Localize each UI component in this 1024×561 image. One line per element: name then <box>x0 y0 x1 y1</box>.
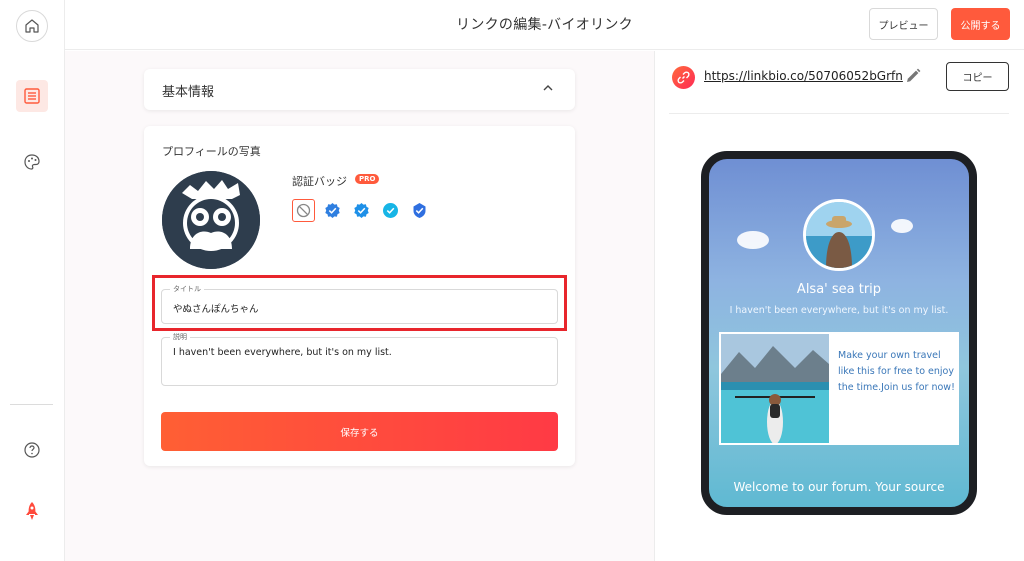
description-input[interactable]: I haven't been everywhere, but it's on m… <box>173 347 392 358</box>
link-icon <box>672 66 695 89</box>
help-icon <box>24 442 40 458</box>
preview-avatar-image <box>806 202 872 268</box>
editor-nav-button[interactable] <box>16 80 48 112</box>
badge-option-blue-seal[interactable] <box>321 199 344 222</box>
preview-button[interactable]: プレビュー <box>869 8 938 40</box>
top-header: リンクの編集-バイオリンク プレビュー 公開する <box>65 0 1024 50</box>
rail-divider <box>10 404 53 405</box>
verified-seal-icon <box>354 203 369 218</box>
avatar-image <box>162 171 260 269</box>
description-field[interactable]: 説明 I haven't been everywhere, but it's o… <box>161 332 558 386</box>
save-button[interactable]: 保存する <box>161 412 558 451</box>
preview-card-text: Make your own travel like this for free … <box>838 350 955 393</box>
preview-profile-name: Alsa' sea trip <box>796 282 882 297</box>
badge-option-light-blue-seal[interactable] <box>350 199 373 222</box>
preview-panel: https://linkbio.co/50706052bGrfn コピー Als… <box>656 51 1024 561</box>
help-button[interactable] <box>16 434 48 466</box>
publish-button[interactable]: 公開する <box>951 8 1010 40</box>
preview-profile-description: I haven't been everywhere, but it's on m… <box>729 305 949 316</box>
phone-preview: Alsa' sea trip I haven't been everywhere… <box>701 151 977 515</box>
badge-option-none[interactable] <box>292 199 315 222</box>
badge-options <box>292 199 431 222</box>
description-field-label: 説明 <box>170 332 190 342</box>
left-rail <box>0 0 65 561</box>
rocket-icon <box>26 502 38 520</box>
basic-info-section[interactable]: 基本情報 <box>144 69 575 110</box>
chevron-up-icon[interactable] <box>541 81 555 95</box>
cloud-decoration <box>891 219 913 233</box>
no-badge-icon <box>296 203 311 218</box>
badge-option-cyan-circle[interactable] <box>379 199 402 222</box>
badge-option-blue-shield[interactable] <box>408 199 431 222</box>
verified-circle-icon <box>383 203 398 218</box>
preview-avatar <box>803 199 875 271</box>
design-nav-button[interactable] <box>16 146 48 178</box>
pencil-icon[interactable] <box>904 67 922 85</box>
verified-shield-icon <box>413 203 426 218</box>
bio-link-url[interactable]: https://linkbio.co/50706052bGrfn <box>704 69 903 83</box>
home-button[interactable] <box>16 10 48 42</box>
preview-footer-text: Welcome to our forum. Your source <box>733 480 945 494</box>
profile-avatar[interactable] <box>162 171 260 269</box>
upgrade-button[interactable] <box>16 496 48 528</box>
copy-button[interactable]: コピー <box>946 62 1009 91</box>
cloud-decoration <box>737 231 769 249</box>
basic-info-title: 基本情報 <box>162 85 215 100</box>
pro-badge: PRO <box>355 174 380 184</box>
title-field-highlight <box>152 275 567 331</box>
editor-icon <box>24 88 40 104</box>
palette-icon <box>24 154 40 170</box>
verification-badge-label: 認証バッジ <box>292 175 347 188</box>
profile-photo-label: プロフィールの写真 <box>162 145 261 158</box>
verified-seal-icon <box>325 203 340 218</box>
preview-divider <box>669 113 1009 114</box>
preview-card-image <box>721 334 829 443</box>
home-icon <box>25 19 39 33</box>
preview-link-card[interactable]: Make your own travel like this for free … <box>719 332 959 445</box>
